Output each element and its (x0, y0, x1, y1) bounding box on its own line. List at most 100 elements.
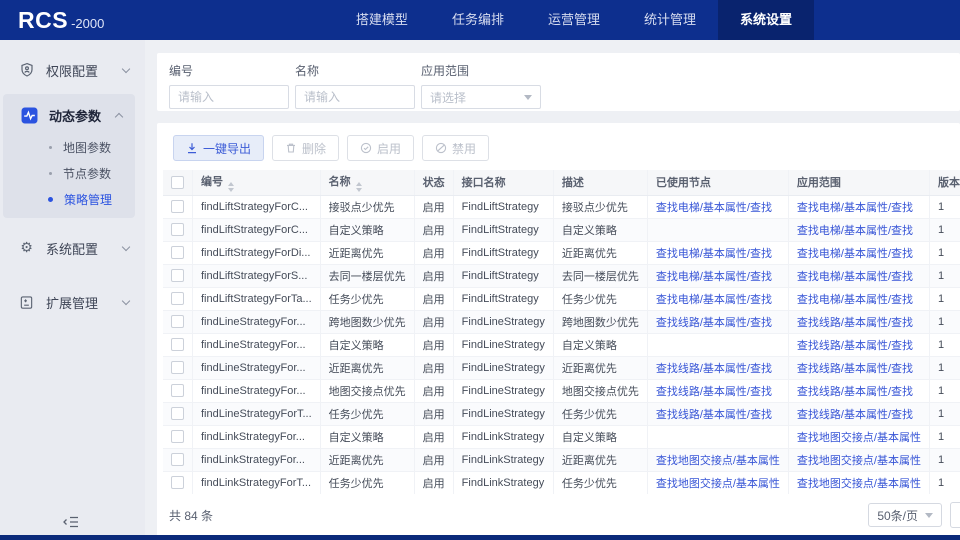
cell-version: 1 (929, 241, 960, 264)
delete-button[interactable]: 删除 (272, 135, 339, 161)
cell-status: 启用 (414, 241, 453, 264)
app-logo: RCS -2000 (18, 7, 104, 34)
cell-version: 1 (929, 333, 960, 356)
sort-carets-icon[interactable] (228, 182, 234, 192)
sidebar-item-dynamic-params[interactable]: 动态参数 (3, 96, 135, 134)
scope-link[interactable]: 查找电梯/基本属性/查找 (797, 294, 913, 306)
cell-iface: FindLiftStrategy (453, 241, 553, 264)
top-nav: 搭建模型任务编排运营管理统计管理系统设置 (334, 0, 814, 40)
delete-button-label: 删除 (302, 140, 326, 157)
scope-select-placeholder: 请选择 (430, 89, 466, 106)
row-checkbox[interactable] (171, 200, 184, 213)
nav-item-4[interactable]: 系统设置 (718, 0, 814, 40)
row-checkbox[interactable] (171, 269, 184, 282)
row-checkbox[interactable] (171, 338, 184, 351)
table-row: findLiftStrategyForS...去同一楼层优先启用FindLift… (163, 264, 960, 287)
scope-link[interactable]: 查找地图交接点/基本属性 (797, 432, 921, 444)
nodes-link[interactable]: 查找电梯/基本属性/查找 (656, 202, 772, 214)
cell-scope: 查找线路/基本属性/查找 (788, 333, 929, 356)
page-size-select[interactable]: 50条/页 (868, 503, 942, 527)
trash-icon (285, 142, 297, 154)
column-header-name[interactable]: 名称 (320, 170, 414, 195)
cell-name: 接驳点少优先 (320, 195, 414, 218)
row-checkbox[interactable] (171, 246, 184, 259)
nodes-link[interactable]: 查找电梯/基本属性/查找 (656, 294, 772, 306)
nodes-link[interactable]: 查找地图交接点/基本属性 (656, 478, 780, 490)
app-window: RCS -2000 搭建模型任务编排运营管理统计管理系统设置 权限配置 (0, 0, 960, 540)
scope-link[interactable]: 查找线路/基本属性/查找 (797, 317, 913, 329)
sidebar-item-extension[interactable]: 扩展管理 (0, 282, 145, 322)
brand-suffix: -2000 (71, 16, 104, 31)
scope-link[interactable]: 查找电梯/基本属性/查找 (797, 271, 913, 283)
row-checkbox-cell (163, 471, 193, 494)
cell-desc: 任务少优先 (553, 287, 647, 310)
cell-desc: 自定义策略 (553, 218, 647, 241)
cell-name: 近距离优先 (320, 241, 414, 264)
nav-item-3[interactable]: 统计管理 (622, 0, 718, 40)
nodes-link[interactable]: 查找电梯/基本属性/查找 (656, 248, 772, 260)
row-checkbox[interactable] (171, 315, 184, 328)
cell-scope: 查找电梯/基本属性/查找 (788, 218, 929, 241)
nav-item-1[interactable]: 任务编排 (430, 0, 526, 40)
cell-iface: FindLineStrategy (453, 310, 553, 333)
cell-iface: FindLineStrategy (453, 333, 553, 356)
enable-button[interactable]: 启用 (347, 135, 414, 161)
nodes-link[interactable]: 查找地图交接点/基本属性 (656, 455, 780, 467)
scope-link[interactable]: 查找电梯/基本属性/查找 (797, 202, 913, 214)
nodes-link[interactable]: 查找线路/基本属性/查找 (656, 409, 772, 421)
row-checkbox[interactable] (171, 453, 184, 466)
nav-item-0[interactable]: 搭建模型 (334, 0, 430, 40)
row-checkbox[interactable] (171, 223, 184, 236)
name-filter-input[interactable] (295, 85, 415, 109)
cell-nodes: 查找线路/基本属性/查找 (647, 356, 788, 379)
cell-desc: 自定义策略 (553, 425, 647, 448)
scope-link[interactable]: 查找电梯/基本属性/查找 (797, 248, 913, 260)
row-checkbox[interactable] (171, 407, 184, 420)
nodes-link[interactable]: 查找线路/基本属性/查找 (656, 386, 772, 398)
scope-link[interactable]: 查找线路/基本属性/查找 (797, 409, 913, 421)
column-label: 描述 (562, 177, 584, 189)
filter-field-name: 名称 (295, 62, 415, 111)
scope-link[interactable]: 查找线路/基本属性/查找 (797, 363, 913, 375)
scope-link[interactable]: 查找线路/基本属性/查找 (797, 386, 913, 398)
prev-page-button[interactable]: ‹ (950, 502, 960, 528)
scope-select[interactable]: 请选择 (421, 85, 541, 109)
row-checkbox[interactable] (171, 476, 184, 489)
sidebar-subitem-node-params[interactable]: 节点参数 (3, 160, 135, 186)
cell-name: 自定义策略 (320, 333, 414, 356)
row-checkbox[interactable] (171, 361, 184, 374)
filter-label-scope: 应用范围 (421, 62, 541, 79)
id-filter-input[interactable] (169, 85, 289, 109)
bullet-dot (49, 146, 52, 149)
row-checkbox[interactable] (171, 384, 184, 397)
menu-fold-icon[interactable] (61, 514, 81, 530)
sidebar-subitem-strategy-management[interactable]: 策略管理 (3, 186, 135, 212)
nodes-link[interactable]: 查找线路/基本属性/查找 (656, 363, 772, 375)
cell-id: findLinkStrategyFor... (193, 448, 321, 471)
nodes-link[interactable]: 查找线路/基本属性/查找 (656, 317, 772, 329)
sidebar-subitem-map-params[interactable]: 地图参数 (3, 134, 135, 160)
cell-version: 1 (929, 218, 960, 241)
scope-link[interactable]: 查找地图交接点/基本属性 (797, 478, 921, 490)
scope-link[interactable]: 查找电梯/基本属性/查找 (797, 225, 913, 237)
sort-carets-icon[interactable] (356, 182, 362, 192)
cell-status: 启用 (414, 356, 453, 379)
cell-iface: FindLiftStrategy (453, 264, 553, 287)
cell-desc: 任务少优先 (553, 402, 647, 425)
cell-version: 1 (929, 448, 960, 471)
cell-id: findLineStrategyFor... (193, 356, 321, 379)
scope-link[interactable]: 查找地图交接点/基本属性 (797, 455, 921, 467)
export-button[interactable]: 一键导出 (173, 135, 264, 161)
nav-item-2[interactable]: 运营管理 (526, 0, 622, 40)
cell-desc: 任务少优先 (553, 471, 647, 494)
sidebar-item-permission[interactable]: 权限配置 (0, 50, 145, 90)
nodes-link[interactable]: 查找电梯/基本属性/查找 (656, 271, 772, 283)
sidebar-item-system-config[interactable]: ⚙ 系统配置 (0, 228, 145, 268)
select-all-checkbox[interactable] (171, 176, 184, 189)
scope-link[interactable]: 查找线路/基本属性/查找 (797, 340, 913, 352)
disable-button[interactable]: 禁用 (422, 135, 489, 161)
table-wrap: 编号名称状态接口名称描述已使用节点应用范围版本号操作 findLiftStrat… (163, 170, 960, 500)
column-header-id[interactable]: 编号 (193, 170, 321, 195)
row-checkbox[interactable] (171, 430, 184, 443)
row-checkbox[interactable] (171, 292, 184, 305)
